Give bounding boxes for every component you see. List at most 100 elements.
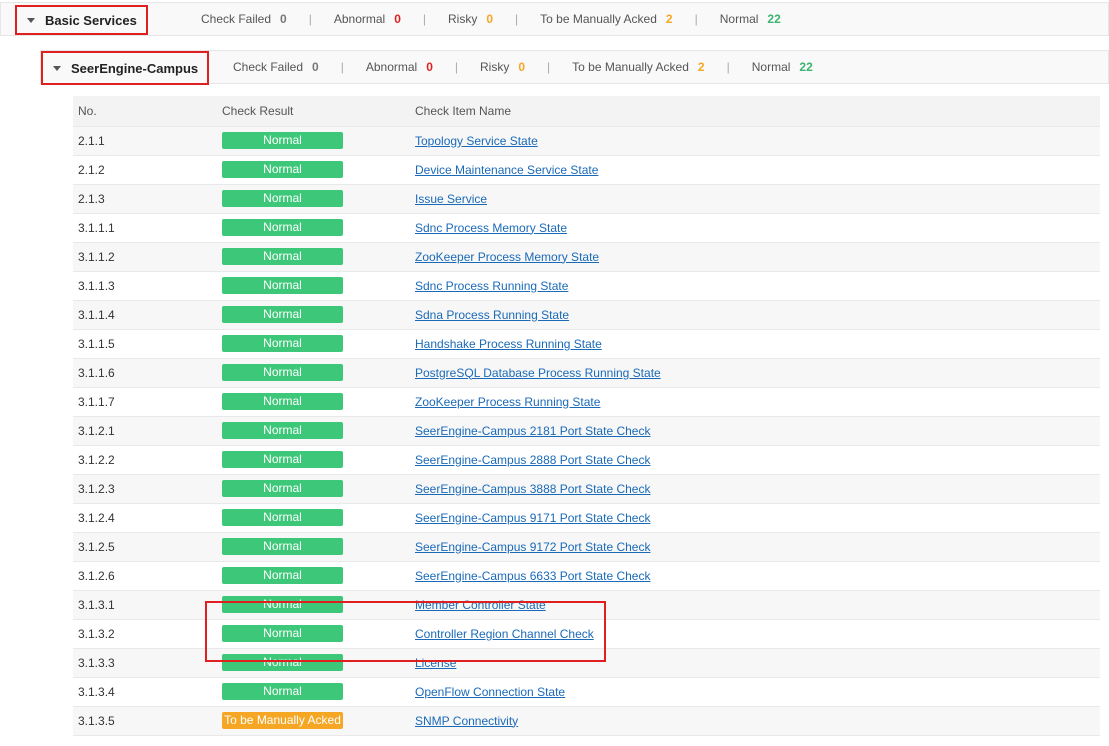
table-row: 2.1.1 Normal Topology Service State <box>73 126 1100 156</box>
check-item-link[interactable]: License <box>415 656 456 670</box>
cell-check-result: Normal <box>222 155 415 185</box>
cell-check-item-name: ZooKeeper Process Running State <box>415 387 1100 417</box>
check-item-link[interactable]: Issue Service <box>415 192 487 206</box>
cell-check-item-name: Member Controller State <box>415 590 1100 620</box>
seerengine-campus-title: SeerEngine-Campus <box>71 60 199 76</box>
divider: | <box>454 60 459 74</box>
cell-check-item-name: SeerEngine-Campus 9172 Port State Check <box>415 532 1100 562</box>
status-badge: Normal <box>222 509 343 526</box>
check-item-link[interactable]: Sdnc Process Running State <box>415 279 568 293</box>
check-item-link[interactable]: Member Controller State <box>415 598 546 612</box>
cell-no: 2.1.2 <box>73 155 222 185</box>
seerengine-campus-toggle[interactable]: SeerEngine-Campus <box>41 51 209 85</box>
basic-services-stats: Check Failed 0 | Abnormal 0 | Risky 0 | … <box>201 12 781 26</box>
cell-check-result: Normal <box>222 474 415 504</box>
cell-check-result: Normal <box>222 387 415 417</box>
divider: | <box>694 12 698 26</box>
status-badge: Normal <box>222 306 343 323</box>
check-item-link[interactable]: Sdna Process Running State <box>415 308 569 322</box>
cell-check-item-name: SNMP Connectivity <box>415 706 1100 736</box>
check-item-link[interactable]: Device Maintenance Service State <box>415 163 598 177</box>
cell-check-item-name: SeerEngine-Campus 2181 Port State Check <box>415 416 1100 446</box>
table-row: 3.1.2.5 Normal SeerEngine-Campus 9172 Port… <box>73 532 1100 562</box>
check-item-link[interactable]: SeerEngine-Campus 3888 Port State Check <box>415 482 650 496</box>
status-badge: Normal <box>222 480 343 497</box>
status-badge: To be Manually Acked <box>222 712 343 729</box>
cell-no: 3.1.1.5 <box>73 329 222 359</box>
status-badge: Normal <box>222 654 343 671</box>
status-badge: Normal <box>222 335 343 352</box>
check-item-link[interactable]: SeerEngine-Campus 2181 Port State Check <box>415 424 650 438</box>
cell-check-item-name: OpenFlow Connection State <box>415 677 1100 707</box>
check-items-table: No. Check Result Check Item Name 2.1.1 No… <box>73 96 1100 736</box>
check-item-link[interactable]: SNMP Connectivity <box>415 714 518 728</box>
cell-check-result: Normal <box>222 590 415 620</box>
divider: | <box>340 60 344 74</box>
cell-no: 3.1.1.1 <box>73 213 222 243</box>
table-body: 2.1.1 Normal Topology Service State 2.1.2 No… <box>73 126 1100 736</box>
status-badge: Normal <box>222 364 343 381</box>
cell-no: 2.1.1 <box>73 126 222 156</box>
cell-check-result: Normal <box>222 184 415 214</box>
check-item-link[interactable]: Controller Region Channel Check <box>415 627 594 641</box>
table-row: 3.1.1.7 Normal ZooKeeper Process Running S… <box>73 387 1100 417</box>
stat-manually-acked: To be Manually Acked 2 <box>572 60 705 74</box>
check-item-link[interactable]: Topology Service State <box>415 134 538 148</box>
cell-check-result: Normal <box>222 561 415 591</box>
table-row: 3.1.3.4 Normal OpenFlow Connection State <box>73 677 1100 707</box>
basic-services-toggle[interactable]: Basic Services <box>15 5 148 35</box>
table-header-row: No. Check Result Check Item Name <box>73 96 1100 127</box>
cell-no: 3.1.1.6 <box>73 358 222 388</box>
cell-check-item-name: Controller Region Channel Check <box>415 619 1100 649</box>
check-item-link[interactable]: SeerEngine-Campus 9171 Port State Check <box>415 511 650 525</box>
cell-check-item-name: ZooKeeper Process Memory State <box>415 242 1100 272</box>
cell-check-result: Normal <box>222 242 415 272</box>
caret-down-icon <box>53 65 61 71</box>
status-badge: Normal <box>222 625 343 642</box>
table-row: 3.1.1.3 Normal Sdnc Process Running State <box>73 271 1100 301</box>
check-item-link[interactable]: ZooKeeper Process Memory State <box>415 250 599 264</box>
cell-check-result: Normal <box>222 126 415 156</box>
stat-risky: Risky 0 <box>448 12 494 26</box>
check-item-link[interactable]: ZooKeeper Process Running State <box>415 395 600 409</box>
table-row: 3.1.3.1 Normal Member Controller State <box>73 590 1100 620</box>
check-item-link[interactable]: SeerEngine-Campus 2888 Port State Check <box>415 453 650 467</box>
table-row: 3.1.3.5 To be Manually Acked SNMP Connecti… <box>73 706 1100 736</box>
cell-check-result: Normal <box>222 532 415 562</box>
divider: | <box>726 60 730 74</box>
check-item-link[interactable]: Handshake Process Running State <box>415 337 602 351</box>
table-row: 3.1.1.5 Normal Handshake Process Running S… <box>73 329 1100 359</box>
cell-no: 3.1.2.5 <box>73 532 222 562</box>
cell-check-item-name: Topology Service State <box>415 126 1100 156</box>
cell-no: 3.1.2.3 <box>73 474 222 504</box>
table-row: 2.1.3 Normal Issue Service <box>73 184 1100 214</box>
cell-no: 3.1.1.7 <box>73 387 222 417</box>
status-badge: Normal <box>222 248 343 265</box>
cell-no: 3.1.2.4 <box>73 503 222 533</box>
check-item-link[interactable]: SeerEngine-Campus 9172 Port State Check <box>415 540 650 554</box>
stat-abnormal: Abnormal 0 <box>365 60 433 74</box>
cell-no: 3.1.3.3 <box>73 648 222 678</box>
status-badge: Normal <box>222 683 343 700</box>
stat-risky: Risky 0 <box>480 60 526 74</box>
cell-check-result: To be Manually Acked <box>222 706 415 736</box>
check-item-link[interactable]: OpenFlow Connection State <box>415 685 565 699</box>
cell-check-item-name: SeerEngine-Campus 9171 Port State Check <box>415 503 1100 533</box>
cell-check-item-name: SeerEngine-Campus 6633 Port State Check <box>415 561 1100 591</box>
cell-check-result: Normal <box>222 329 415 359</box>
status-badge: Normal <box>222 277 343 294</box>
cell-check-result: Normal <box>222 416 415 446</box>
check-item-link[interactable]: SeerEngine-Campus 6633 Port State Check <box>415 569 650 583</box>
status-badge: Normal <box>222 393 343 410</box>
check-item-link[interactable]: PostgreSQL Database Process Running Stat… <box>415 366 661 380</box>
seerengine-campus-stats: Check Failed 0 | Abnormal 0 | Risky 0 | … <box>233 60 813 74</box>
status-badge: Normal <box>222 422 343 439</box>
stat-check-failed: Check Failed 0 <box>201 12 287 26</box>
divider: | <box>515 12 519 26</box>
caret-down-icon <box>27 17 35 23</box>
cell-no: 3.1.3.1 <box>73 590 222 620</box>
cell-check-result: Normal <box>222 271 415 301</box>
check-item-link[interactable]: Sdnc Process Memory State <box>415 221 567 235</box>
stat-normal: Normal 22 <box>719 12 781 26</box>
seerengine-campus-bar: SeerEngine-Campus Check Failed 0 | Abnor… <box>40 50 1109 85</box>
